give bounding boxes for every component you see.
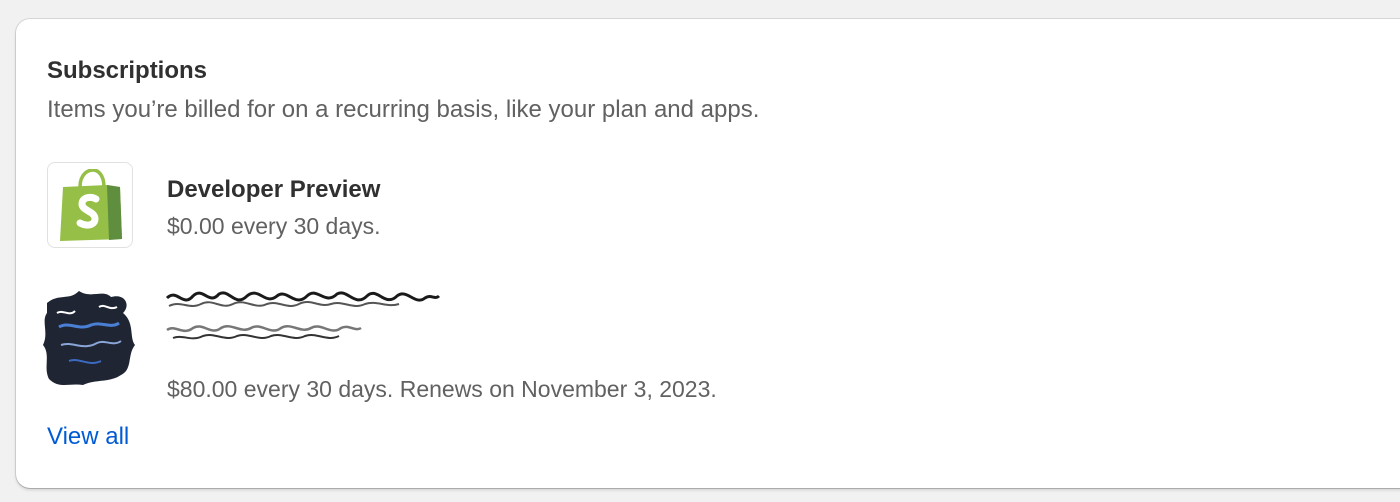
subscription-price: $80.00 every 30 days. Renews on November…	[167, 376, 717, 402]
view-all-link[interactable]: View all	[47, 422, 129, 452]
app-thumbnail	[47, 162, 133, 248]
redacted-subscription-name	[165, 291, 441, 340]
redacted-app-icon	[43, 291, 135, 385]
subscription-name: Developer Preview	[167, 176, 381, 203]
subscription-price: $0.00 every 30 days.	[167, 213, 381, 239]
card-description: Items you’re billed for on a recurring b…	[47, 96, 760, 123]
shopify-bag-icon	[60, 169, 122, 241]
card-title: Subscriptions	[47, 57, 208, 84]
subscriptions-card: Subscriptions Items you’re billed for on…	[16, 19, 1400, 488]
